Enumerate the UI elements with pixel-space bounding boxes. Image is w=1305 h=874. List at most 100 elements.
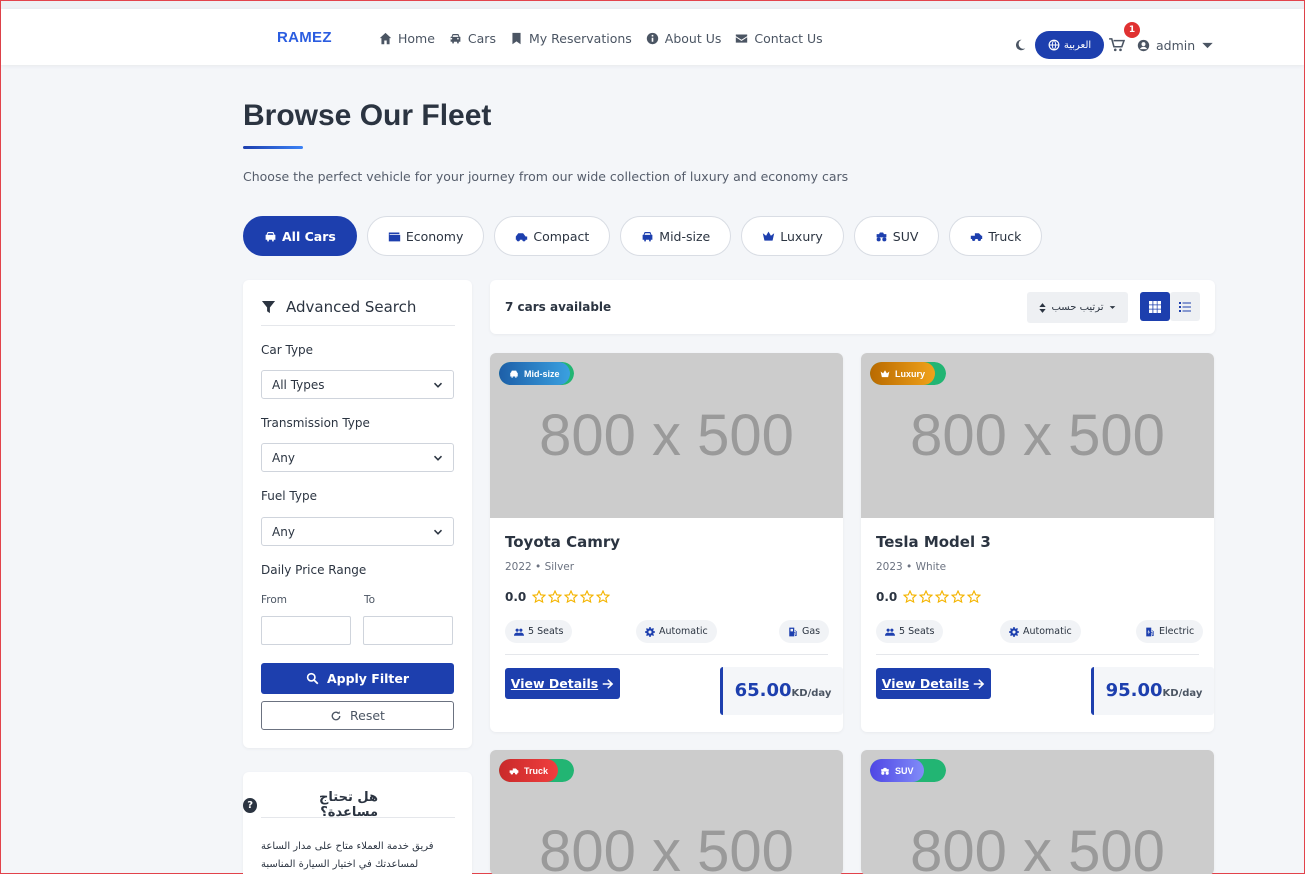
rating-value: 0.0 — [505, 590, 527, 604]
redo-icon — [331, 710, 341, 720]
filter-icon — [261, 300, 276, 313]
category-pill: SUV — [870, 759, 924, 782]
divider — [876, 654, 1199, 655]
car-card[interactable]: 800 x 500 Mid-size Toyota Camry 2022 • S… — [490, 353, 843, 732]
car-card[interactable]: 800 x 500 SUV — [861, 750, 1214, 874]
tab-compact[interactable]: Compact — [494, 216, 611, 256]
cog-icon — [645, 626, 655, 637]
nav-cars-label: Cars — [467, 31, 496, 46]
cart-count-badge: 1 — [1124, 22, 1140, 38]
car-rating: 0.0 — [505, 590, 611, 604]
rating-stars — [903, 590, 982, 604]
divider — [505, 654, 828, 655]
sort-dropdown[interactable]: ترتيب حسب — [1027, 292, 1128, 323]
price-to-label: To — [364, 594, 376, 606]
advanced-search-title: Advanced Search — [261, 298, 416, 316]
transmission-select[interactable]: Any — [261, 443, 454, 472]
category-pill: Mid-size — [499, 362, 570, 385]
nav-home[interactable]: Home — [379, 31, 435, 46]
category-label: SUV — [895, 765, 914, 776]
tab-all-cars[interactable]: All Cars — [243, 216, 357, 256]
seats-feature: 5 Seats — [876, 620, 944, 643]
view-details-button[interactable]: View Details — [505, 668, 620, 699]
category-badge: Truck — [499, 759, 574, 782]
nav-about-label: About Us — [664, 31, 722, 46]
envelope-icon — [736, 34, 748, 43]
bookmark-icon — [512, 32, 521, 45]
car-card[interactable]: 800 x 500 Truck — [490, 750, 843, 874]
price-box: 65.00 KD/day — [720, 667, 843, 715]
sort-label: ترتيب حسب — [1051, 302, 1104, 313]
language-button[interactable]: العربية — [1035, 31, 1104, 59]
category-label: Mid-size — [524, 368, 560, 379]
car-image-placeholder: 800 x 500 Truck — [490, 750, 843, 874]
nav-contact[interactable]: Contact Us — [735, 31, 823, 46]
list-view-button[interactable] — [1170, 292, 1200, 321]
wallet-icon — [388, 231, 400, 241]
language-label: العربية — [1063, 39, 1092, 51]
grid-icon — [1149, 300, 1161, 313]
page-title: Browse Our Fleet — [243, 99, 492, 132]
apply-filter-button[interactable]: Apply Filter — [261, 663, 454, 694]
title-underline — [243, 146, 303, 149]
price-amount: 95.00 — [1105, 680, 1163, 701]
price-unit: KD/day — [791, 688, 832, 699]
tab-mid-size[interactable]: Mid-size — [620, 216, 732, 256]
view-details-label: View Details — [881, 676, 970, 691]
tab-luxury[interactable]: Luxury — [741, 216, 844, 256]
cart-icon[interactable] — [1109, 38, 1125, 52]
transmission-value: Automatic — [1023, 626, 1072, 637]
category-tabs: All Cars Economy Compact Mid-size Luxury… — [243, 216, 1043, 256]
crown-icon — [880, 369, 890, 377]
car-meta: 2023 • White — [876, 561, 947, 573]
star-icon — [919, 590, 934, 604]
car-type-label: Car Type — [261, 343, 314, 357]
nav-reservations[interactable]: My Reservations — [510, 31, 632, 46]
category-pill: Luxury — [870, 362, 936, 385]
reset-button[interactable]: Reset — [261, 701, 454, 730]
help-title: هل تحتاج مساعدة؟ ? — [243, 790, 378, 820]
category-label: Truck — [524, 765, 549, 776]
tab-label: Luxury — [780, 228, 823, 244]
cars-count: 7 cars available — [505, 300, 612, 314]
main-nav: Home Cars My Reservations About Us Conta… — [379, 31, 823, 46]
seats-label: 5 Seats — [899, 626, 935, 637]
tab-economy[interactable]: Economy — [366, 216, 485, 256]
help-panel: هل تحتاج مساعدة؟ ? فريق خدمة العملاء متا… — [243, 772, 472, 874]
car-name: Toyota Camry — [505, 533, 621, 551]
results-toolbar: 7 cars available ترتيب حسب — [490, 280, 1215, 334]
seats-label: 5 Seats — [528, 626, 564, 637]
seats-feature: 5 Seats — [505, 620, 573, 643]
page-subtitle: Choose the perfect vehicle for your jour… — [243, 169, 849, 184]
price-box: 95.00 KD/day — [1091, 667, 1214, 715]
car-type-value: All Types — [272, 377, 325, 392]
search-icon — [306, 672, 319, 685]
price-from-input[interactable] — [261, 616, 351, 645]
car-type-select[interactable]: All Types — [261, 370, 454, 399]
category-badge: Mid-size — [499, 362, 574, 385]
car-name: Tesla Model 3 — [876, 533, 991, 551]
price-to-input[interactable] — [363, 616, 453, 645]
car-card[interactable]: 800 x 500 Luxury Tesla Model 3 2023 • Wh… — [861, 353, 1214, 732]
grid-view-button[interactable] — [1140, 292, 1170, 321]
price-from-label: From — [261, 594, 288, 606]
brand-logo[interactable]: RAMEZ — [277, 29, 332, 46]
fuel-select[interactable]: Any — [261, 517, 454, 546]
tab-suv[interactable]: SUV — [853, 216, 940, 256]
list-icon — [1179, 301, 1191, 312]
caret-down-icon — [1202, 42, 1213, 49]
category-badge: SUV — [870, 759, 946, 782]
car-image-placeholder: 800 x 500 Mid-size — [490, 353, 843, 518]
nav-contact-label: Contact Us — [754, 31, 823, 46]
question-circle-icon: ? — [243, 797, 258, 813]
category-badge: Luxury — [870, 362, 946, 385]
moon-icon[interactable] — [1014, 39, 1026, 51]
user-menu[interactable]: admin — [1137, 38, 1214, 53]
fuel-value: Any — [272, 524, 295, 539]
view-details-button[interactable]: View Details — [876, 668, 991, 699]
fuel-feature: Electric — [1136, 620, 1204, 643]
divider — [261, 817, 455, 818]
tab-truck[interactable]: Truck — [949, 216, 1043, 256]
nav-about[interactable]: About Us — [646, 31, 722, 46]
nav-cars[interactable]: Cars — [449, 31, 496, 46]
